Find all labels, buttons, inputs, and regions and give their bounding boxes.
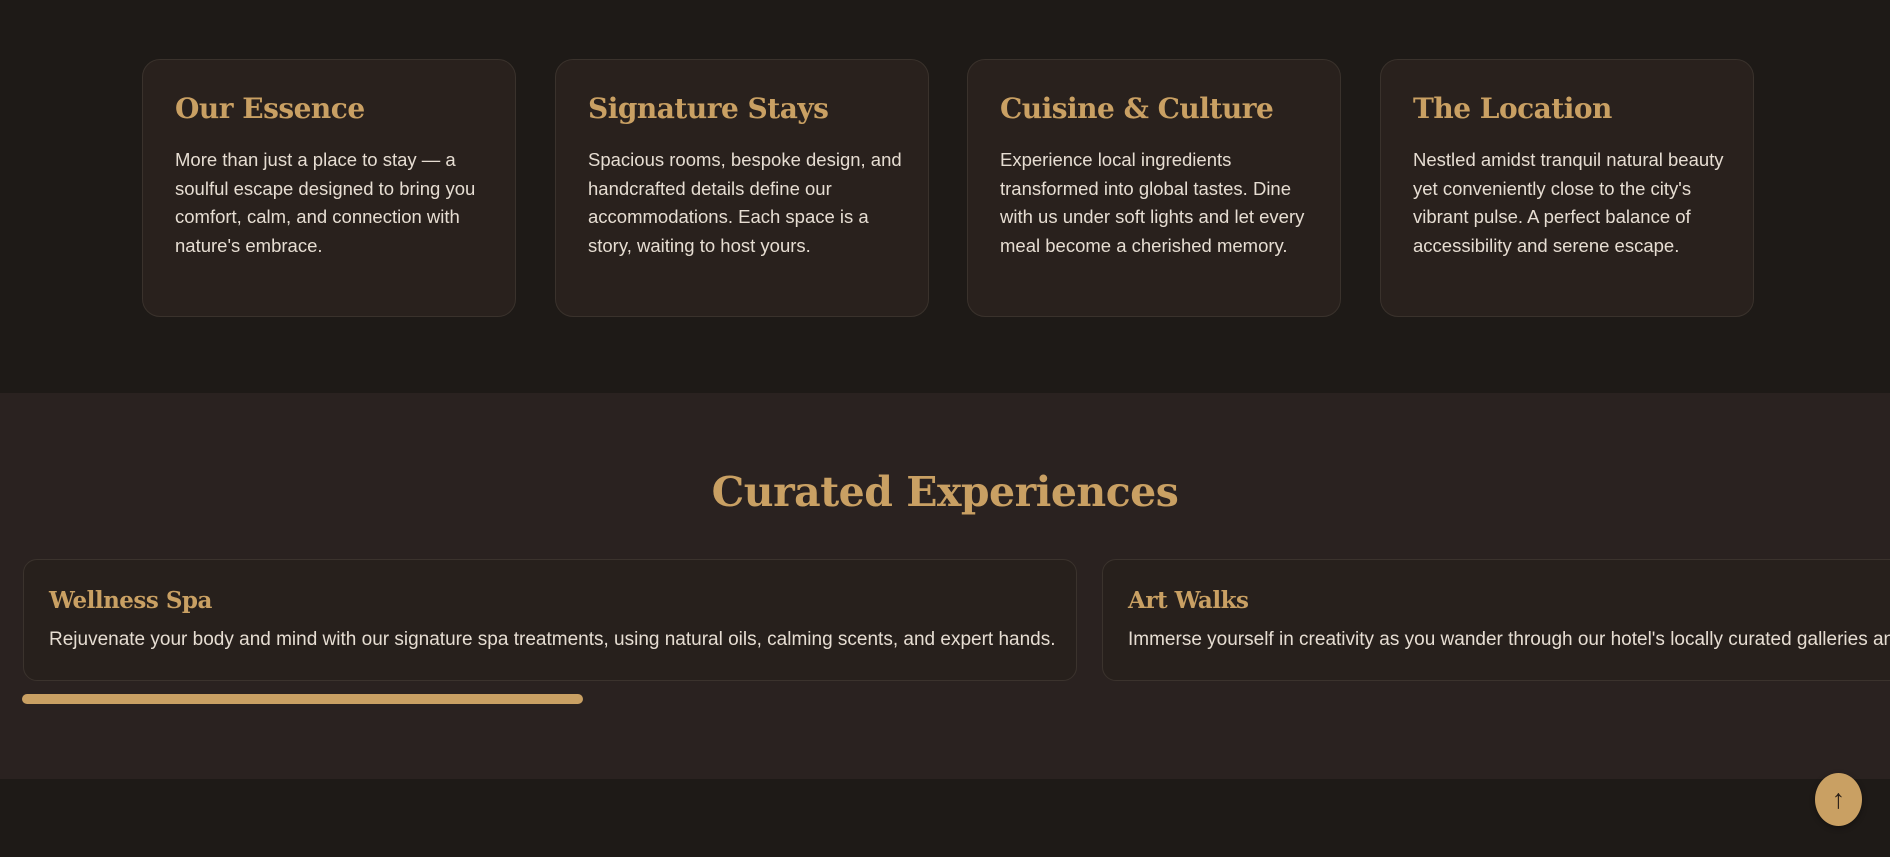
feature-card-location: The Location Nestled amidst tranquil nat… bbox=[1380, 59, 1754, 317]
feature-card-cuisine: Cuisine & Culture Experience local ingre… bbox=[967, 59, 1341, 317]
feature-card-title: Cuisine & Culture bbox=[1000, 92, 1274, 125]
experience-card-art-walks[interactable]: Art Walks Immerse yourself in creativity… bbox=[1102, 559, 1890, 681]
horizontal-scrollbar[interactable] bbox=[22, 694, 1868, 704]
experiences-carousel[interactable]: Wellness Spa Rejuvenate your body and mi… bbox=[0, 559, 1890, 683]
feature-card-title: Our Essence bbox=[175, 92, 365, 125]
feature-card-text: Nestled amidst tranquil natural beauty y… bbox=[1413, 149, 1724, 256]
features-section: Our Essence More than just a place to st… bbox=[0, 0, 1890, 393]
feature-card-essence: Our Essence More than just a place to st… bbox=[142, 59, 516, 317]
experience-card-title: Art Walks bbox=[1128, 587, 1249, 614]
feature-card-title: The Location bbox=[1413, 92, 1612, 125]
back-to-top-button[interactable]: ↑ bbox=[1815, 773, 1862, 826]
arrow-up-icon: ↑ bbox=[1831, 784, 1846, 814]
feature-card-text: Spacious rooms, bespoke design, and hand… bbox=[588, 149, 902, 256]
feature-card-stays: Signature Stays Spacious rooms, bespoke … bbox=[555, 59, 929, 317]
footer-start bbox=[0, 779, 1890, 857]
section-title: Curated Experiences bbox=[711, 468, 1179, 516]
experience-card-text: Rejuvenate your body and mind with our s… bbox=[49, 629, 1056, 650]
feature-card-text: More than just a place to stay — a soulf… bbox=[175, 149, 476, 256]
experience-card-text: Immerse yourself in creativity as you wa… bbox=[1128, 629, 1890, 650]
scrollbar-thumb[interactable] bbox=[22, 694, 583, 704]
feature-card-text: Experience local ingredients transformed… bbox=[1000, 149, 1305, 256]
experiences-section: Curated Experiences Wellness Spa Rejuven… bbox=[0, 393, 1890, 779]
experience-card-title: Wellness Spa bbox=[49, 587, 212, 614]
experience-card-spa[interactable]: Wellness Spa Rejuvenate your body and mi… bbox=[23, 559, 1077, 681]
feature-card-title: Signature Stays bbox=[588, 92, 829, 125]
